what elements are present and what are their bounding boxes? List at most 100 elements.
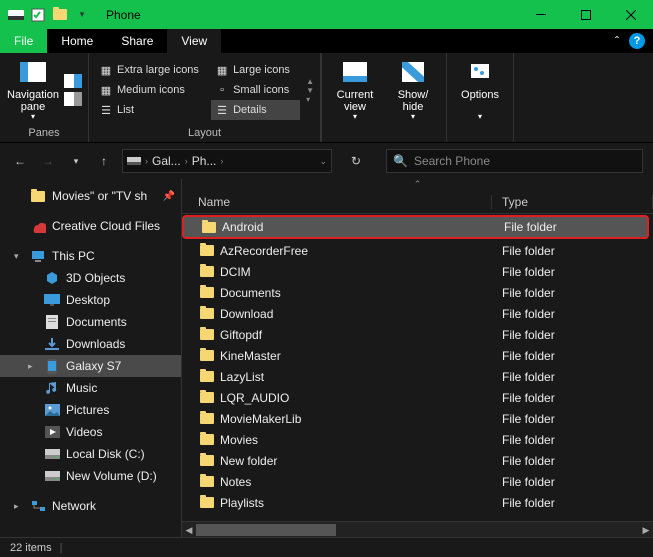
table-row[interactable]: MoviesFile folder [182, 429, 653, 450]
details-pane-icon[interactable] [64, 92, 82, 106]
folder-icon [30, 188, 46, 204]
sidebar-item-network[interactable]: ▸Network [0, 495, 181, 517]
sidebar-item-desktop[interactable]: Desktop [0, 289, 181, 311]
layout-medium[interactable]: ▦Medium icons [95, 80, 209, 100]
show-hide-button[interactable]: Show/ hide▾ [386, 57, 440, 123]
address-dropdown[interactable]: ⌄ [319, 156, 327, 167]
chevron-icon[interactable]: › [220, 156, 223, 166]
layout-scroll-up[interactable]: ▲ [306, 77, 314, 86]
layout-small[interactable]: ▫Small icons [211, 80, 300, 100]
sidebar-item-new-volume-d-[interactable]: New Volume (D:) [0, 465, 181, 487]
maximize-button[interactable] [563, 0, 608, 29]
layout-list[interactable]: ☰List [95, 100, 209, 120]
layout-group-label: Layout [95, 125, 314, 142]
preview-pane-icon[interactable] [64, 74, 82, 88]
chevron-icon[interactable]: › [145, 156, 148, 166]
collapse-ribbon-icon[interactable]: ˆ [615, 34, 619, 48]
breadcrumb[interactable]: Gal... [152, 154, 181, 168]
chevron-icon[interactable]: › [185, 156, 188, 166]
sidebar-item-creative-cloud-files[interactable]: Creative Cloud Files [0, 215, 181, 237]
sidebar-item-label: Pictures [66, 403, 109, 417]
back-button[interactable]: ← [10, 151, 30, 171]
sidebar-item-documents[interactable]: Documents [0, 311, 181, 333]
layout-details[interactable]: ☰Details [211, 100, 300, 120]
column-name[interactable]: Name [182, 195, 492, 209]
file-type: File folder [492, 454, 555, 468]
table-row[interactable]: LazyList File folder [182, 366, 653, 387]
scroll-up-icon[interactable]: ⌃ [182, 179, 653, 190]
table-row[interactable]: GiftopdfFile folder [182, 324, 653, 345]
table-row[interactable]: KineMasterFile folder [182, 345, 653, 366]
panes-group-label: Panes [6, 125, 82, 142]
current-view-icon [341, 58, 369, 86]
file-name: LazyList [220, 370, 264, 384]
layout-extra-large[interactable]: ▦Extra large icons [95, 60, 209, 80]
sidebar-item-downloads[interactable]: Downloads [0, 333, 181, 355]
table-row[interactable]: MovieMakerLibFile folder [182, 408, 653, 429]
file-type: File folder [492, 370, 555, 384]
scroll-right-icon[interactable]: ▶ [639, 522, 653, 538]
qat-drive-icon[interactable] [6, 5, 26, 25]
layout-large[interactable]: ▦Large icons [211, 60, 300, 80]
address-bar[interactable]: › Gal... › Ph... › ⌄ [122, 149, 332, 173]
sidebar-item-music[interactable]: Music [0, 377, 181, 399]
music-icon [44, 380, 60, 396]
layout-scroll-down[interactable]: ▼ [306, 86, 314, 95]
vids-icon [44, 424, 60, 440]
minimize-button[interactable] [518, 0, 563, 29]
up-button[interactable]: ↑ [94, 151, 114, 171]
sidebar-item-3d-objects[interactable]: 3D Objects [0, 267, 181, 289]
scroll-left-icon[interactable]: ◀ [182, 522, 196, 538]
search-box[interactable]: 🔍 Search Phone [386, 149, 643, 173]
folder-icon [200, 476, 214, 487]
qat-folder-icon[interactable] [50, 5, 70, 25]
table-row[interactable]: DownloadFile folder [182, 303, 653, 324]
options-button[interactable]: Options▾ [453, 57, 507, 123]
table-row[interactable]: DocumentsFile folder [182, 282, 653, 303]
column-type[interactable]: Type [492, 195, 653, 209]
sidebar-item-pictures[interactable]: Pictures [0, 399, 181, 421]
tab-share[interactable]: Share [107, 29, 167, 53]
help-icon[interactable]: ? [629, 33, 645, 49]
qat-check-icon[interactable] [28, 5, 48, 25]
close-button[interactable] [608, 0, 653, 29]
folder-icon [200, 392, 214, 403]
sidebar: Movies" or "TV sh📌 Creative Cloud Files ▾T… [0, 179, 182, 537]
table-row[interactable]: DCIMFile folder [182, 261, 653, 282]
folder-icon [200, 308, 214, 319]
sidebar-item-videos[interactable]: Videos [0, 421, 181, 443]
caret-icon: ▸ [14, 501, 24, 512]
qat-dropdown-icon[interactable]: ▾ [72, 5, 92, 25]
file-name: Download [220, 307, 273, 321]
pc-icon [30, 248, 46, 264]
file-type: File folder [492, 286, 555, 300]
layout-more[interactable]: ▾ [306, 95, 314, 104]
sidebar-item-this-pc[interactable]: ▾This PC [0, 245, 181, 267]
layout-options: ▦Extra large icons ▦Large icons ▦Medium … [95, 60, 300, 120]
recent-dropdown[interactable]: ▾ [66, 151, 86, 171]
scrollbar-thumb[interactable] [196, 524, 336, 536]
file-name: Giftopdf [220, 328, 262, 342]
tab-file[interactable]: File [0, 29, 47, 53]
sidebar-item-local-disk-c-[interactable]: Local Disk (C:) [0, 443, 181, 465]
table-row[interactable]: NotesFile folder [182, 471, 653, 492]
table-row[interactable]: AzRecorderFreeFile folder [182, 240, 653, 261]
folder-icon [200, 434, 214, 445]
sidebar-item-label: This PC [52, 249, 95, 263]
tab-home[interactable]: Home [47, 29, 107, 53]
tab-view[interactable]: View [167, 29, 221, 53]
table-row[interactable]: New folderFile folder [182, 450, 653, 471]
phone-icon [44, 358, 60, 374]
forward-button[interactable]: → [38, 151, 58, 171]
refresh-button[interactable]: ↻ [344, 149, 368, 173]
breadcrumb[interactable]: Ph... [192, 154, 217, 168]
horizontal-scrollbar[interactable]: ◀ ▶ [182, 521, 653, 537]
table-row[interactable]: AndroidFile folder [182, 215, 649, 239]
navigation-pane-button[interactable]: Navigation pane▾ [6, 57, 60, 123]
folder-icon [202, 222, 216, 233]
sidebar-item-movies-or-tv-sh[interactable]: Movies" or "TV sh📌 [0, 185, 181, 207]
sidebar-item-galaxy-s7[interactable]: ▸Galaxy S7 [0, 355, 181, 377]
current-view-button[interactable]: Current view▾ [328, 57, 382, 123]
table-row[interactable]: PlaylistsFile folder [182, 492, 653, 513]
table-row[interactable]: LQR_AUDIOFile folder [182, 387, 653, 408]
